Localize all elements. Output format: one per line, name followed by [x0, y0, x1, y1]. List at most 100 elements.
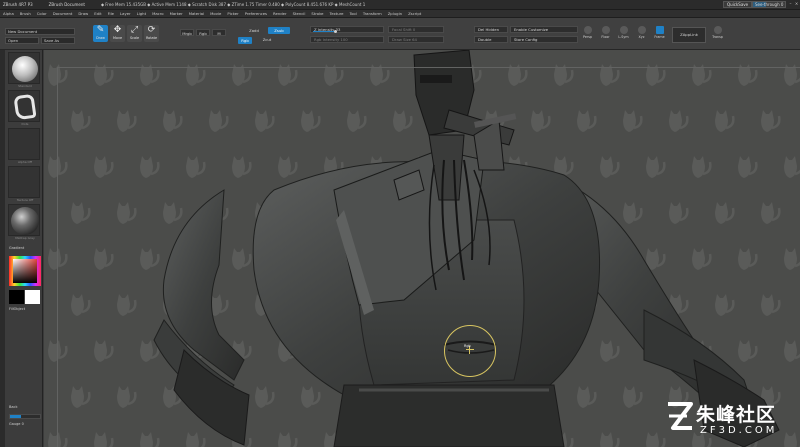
double-button[interactable]: Double — [474, 36, 508, 43]
minimize-icon[interactable]: – — [788, 1, 793, 7]
alpha-caption: Alpha Off — [18, 160, 32, 164]
rotate-label: Rotate — [145, 36, 158, 40]
enable-customize-button[interactable]: Enable Customize — [510, 26, 578, 33]
menu-item-draw[interactable]: Draw — [78, 11, 88, 16]
menu-item-texture[interactable]: Texture — [330, 11, 344, 16]
scale-icon: ⤢ — [130, 25, 139, 35]
menu-item-zscript[interactable]: Zscript — [408, 11, 421, 16]
menu-item-edit[interactable]: Edit — [94, 11, 101, 16]
move-icon: ✥ — [113, 25, 122, 35]
zsub-button[interactable]: Zsub — [268, 27, 290, 34]
gauge-slider[interactable] — [9, 414, 41, 419]
alpha-selector[interactable]: Alpha Off — [8, 128, 40, 164]
fill-object-button[interactable]: FillObject — [9, 307, 25, 311]
menu-item-layer[interactable]: Layer — [120, 11, 131, 16]
zapplink-button[interactable]: ZAppLink — [672, 27, 706, 43]
open-button[interactable]: Open — [5, 37, 39, 44]
store-config-button[interactable]: Store Config — [510, 36, 578, 43]
stroke-caption: Dots — [21, 122, 29, 126]
texture-selector[interactable]: Texture Off — [8, 166, 40, 202]
z-intensity-slider[interactable]: Z Intensity 33 — [310, 26, 384, 33]
stroke-selector[interactable]: Dots — [8, 90, 40, 126]
rgb-button[interactable]: Rgb — [196, 29, 210, 36]
menu-item-brush[interactable]: Brush — [20, 11, 31, 16]
document-panel: New Document Open Save As — [5, 28, 77, 46]
zadd-button[interactable]: Zadd — [243, 27, 265, 34]
persp-button[interactable]: Persp — [582, 25, 593, 42]
menu-item-transform[interactable]: Transform — [363, 11, 382, 16]
z-intensity-track — [313, 31, 335, 32]
move-label: Move — [112, 36, 123, 40]
rotate-button[interactable]: ⟳ Rotate — [144, 25, 159, 42]
menu-item-tool[interactable]: Tool — [349, 11, 356, 16]
document-frame — [57, 67, 800, 447]
see-through-slider[interactable]: See-through 0 — [752, 1, 786, 8]
menu-item-picker[interactable]: Picker — [227, 11, 238, 16]
menu-item-preferences[interactable]: Preferences — [245, 11, 267, 16]
move-button[interactable]: ✥ Move — [110, 25, 125, 42]
scale-button[interactable]: ⤢ Scale — [127, 25, 142, 42]
draw-label: Draw — [96, 36, 105, 40]
persp-icon — [583, 26, 592, 34]
draw-icon: ✎ — [96, 25, 105, 35]
see-through-label: See-through 0 — [755, 2, 784, 7]
menu-item-file[interactable]: File — [108, 11, 114, 16]
document-canvas[interactable]: Rgb — [44, 50, 800, 447]
transp-button[interactable]: Transp — [712, 25, 723, 42]
menu-item-stencil[interactable]: Stencil — [293, 11, 306, 16]
lsym-button[interactable]: L.Sym — [618, 25, 629, 42]
floor-button[interactable]: Floor — [600, 25, 611, 42]
title-bar: ZBrush 4R7 P3 ZBrush Document ◆ Free Mem… — [0, 0, 800, 10]
color-sv-square[interactable] — [13, 259, 37, 283]
save-as-button[interactable]: Save As — [41, 37, 75, 44]
scale-label: Scale — [129, 36, 140, 40]
del-hidden-button[interactable]: Del Hidden — [474, 26, 508, 33]
menu-item-movie[interactable]: Movie — [210, 11, 221, 16]
material-selector[interactable]: MatCap Gray — [8, 204, 40, 240]
transp-icon — [713, 26, 722, 34]
frame-icon — [655, 26, 664, 34]
gauge-label: Gauge 0 — [9, 422, 24, 426]
menu-item-render[interactable]: Render — [273, 11, 287, 16]
brush-selector[interactable]: Standard — [8, 52, 40, 88]
rgb-active-button[interactable]: Rgb — [238, 37, 252, 44]
gauge-fill — [10, 415, 21, 418]
color-picker[interactable] — [9, 256, 41, 286]
menu-item-stroke[interactable]: Stroke — [311, 11, 323, 16]
menu-item-marker[interactable]: Marker — [170, 11, 183, 16]
memory-stats: ◆ Free Mem 15.435GB ◆ Active Mem 1148 ◆ … — [100, 2, 366, 7]
main-color-swatch[interactable] — [25, 290, 40, 304]
m-button[interactable]: M — [212, 29, 226, 36]
xyz-label: Xyz — [638, 35, 645, 39]
frame-button[interactable]: Frame — [654, 25, 665, 42]
persp-label: Persp — [582, 35, 593, 39]
menu-item-material[interactable]: Material — [189, 11, 204, 16]
gradient-label[interactable]: Gradient — [9, 246, 24, 250]
rgb-intensity-slider[interactable]: Rgb Intensity 100 — [310, 36, 384, 43]
menu-item-alpha[interactable]: Alpha — [3, 11, 14, 16]
transp-label: Transp — [712, 35, 723, 39]
xyz-button[interactable]: Xyz — [636, 25, 647, 42]
close-icon[interactable]: × — [794, 1, 799, 7]
focal-shift-slider[interactable]: Focal Shift 0 — [388, 26, 444, 33]
rotate-icon: ⟳ — [147, 25, 156, 35]
menu-item-color[interactable]: Color — [37, 11, 47, 16]
quicksave-button[interactable]: QuickSave — [723, 1, 753, 8]
brush-tip-label: Rgb — [464, 344, 471, 348]
secondary-color-swatch[interactable] — [9, 290, 24, 304]
mrgb-button[interactable]: Mrgb — [180, 29, 194, 36]
brush-caption: Standard — [18, 84, 32, 88]
menu-item-document[interactable]: Document — [53, 11, 73, 16]
draw-size-label: Draw Size 64 — [392, 37, 417, 42]
zcut-button[interactable]: Zcut — [256, 36, 278, 43]
draw-button[interactable]: ✎ Draw — [93, 25, 108, 42]
menu-item-light[interactable]: Light — [137, 11, 146, 16]
lsym-icon — [619, 26, 628, 34]
z-intensity-knob[interactable] — [333, 30, 337, 33]
new-document-button[interactable]: New Document — [5, 28, 75, 35]
menu-item-zplugin[interactable]: Zplugin — [388, 11, 402, 16]
draw-size-slider[interactable]: Draw Size 64 — [388, 36, 444, 43]
zf3d-logo-icon — [668, 402, 693, 430]
menu-item-macro[interactable]: Macro — [152, 11, 164, 16]
top-shelf: New Document Open Save As ✎ Draw ✥ Move … — [0, 18, 800, 50]
